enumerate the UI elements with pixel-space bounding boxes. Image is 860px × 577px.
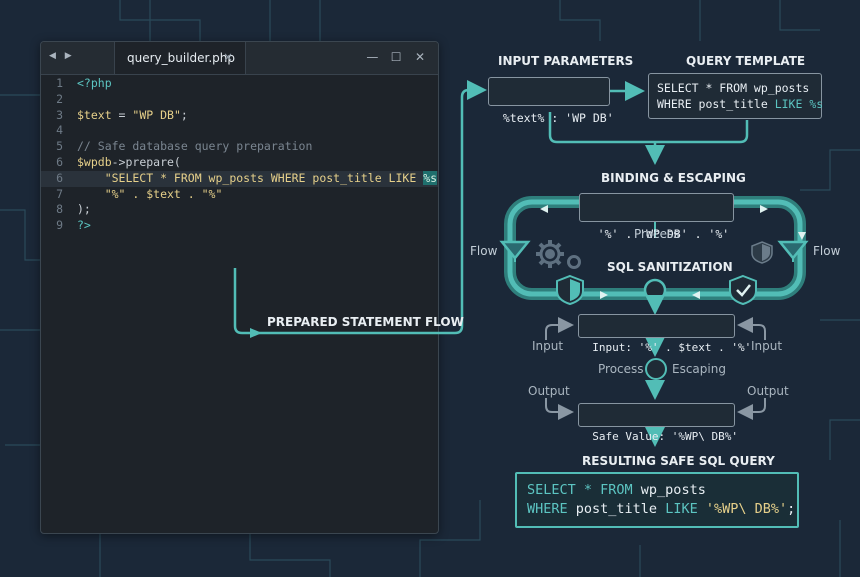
process-node — [645, 358, 667, 380]
result-line1-keyword: SELECT * FROM — [527, 482, 633, 498]
query-template-line2-keyword: LIKE %s — [774, 97, 824, 111]
input-parameters-box: %text% : 'WP DB' — [488, 77, 614, 125]
input-parameters-value: %text% : 'WP DB' — [502, 111, 614, 125]
safe-value-box: Safe Value: '%WP\ DB%' — [578, 403, 738, 443]
shield-check-icon — [729, 274, 757, 306]
result-title: RESULTING SAFE SQL QUERY — [582, 454, 775, 468]
query-template-box: SELECT * FROM wp_posts WHERE post_title … — [648, 73, 823, 119]
escaping-label: Escaping — [672, 362, 726, 376]
process-label: Process — [598, 362, 644, 376]
input-parameters-title: INPUT PARAMETERS — [498, 54, 634, 68]
input-right-label: Input — [751, 339, 783, 353]
sanitization-node — [643, 278, 667, 302]
result-line2: WHERE post_title LIKE '%WP\ DB%'; — [527, 500, 795, 519]
result-line2-keyword2: LIKE — [665, 501, 698, 517]
left-output-arrow — [545, 398, 574, 420]
result-query-box: SELECT * FROM wp_posts WHERE post_title … — [515, 472, 799, 528]
binding-value-box: '%' . 'WP DB' . '%' — [579, 193, 734, 241]
flow-start-arrowhead — [250, 328, 262, 338]
left-input-arrow — [545, 317, 574, 340]
input-left-label: Input — [532, 339, 564, 353]
input-expression-value: Input: '%' . $text . '%' — [592, 341, 752, 354]
flow-right-label: Flow — [813, 244, 841, 258]
binding-process-label: Process — [634, 227, 680, 241]
result-line2-keyword: WHERE — [527, 501, 568, 517]
query-template-line2-prefix: WHERE post_title — [657, 97, 775, 111]
result-line2-string: '%WP\ DB%' — [697, 501, 788, 517]
flow-left-label: Flow — [470, 244, 498, 258]
output-right-label: Output — [747, 384, 789, 398]
result-line1: SELECT * FROM wp_posts — [527, 481, 706, 500]
query-template-title: QUERY TEMPLATE — [686, 54, 806, 68]
gear-icon — [536, 240, 581, 269]
safe-value: Safe Value: '%WP\ DB%' — [592, 430, 738, 443]
sql-sanitization-title: SQL SANITIZATION — [607, 260, 733, 274]
right-output-arrow — [737, 398, 766, 420]
result-line2-end: ; — [787, 501, 796, 517]
result-line1-rest: wp_posts — [632, 482, 706, 498]
prepared-statement-flow-label: PREPARED STATEMENT FLOW — [267, 315, 464, 329]
binding-escaping-title: BINDING & ESCAPING — [601, 171, 746, 185]
output-left-label: Output — [528, 384, 570, 398]
query-template-line2: WHERE post_title LIKE %s — [657, 96, 823, 112]
input-expression-box: Input: '%' . $text . '%' — [578, 314, 751, 354]
result-line2-mid: post_title — [567, 501, 666, 517]
prepared-flow-arrow — [233, 80, 487, 335]
right-input-arrow — [737, 317, 766, 340]
query-template-line1: SELECT * FROM wp_posts — [657, 81, 810, 95]
